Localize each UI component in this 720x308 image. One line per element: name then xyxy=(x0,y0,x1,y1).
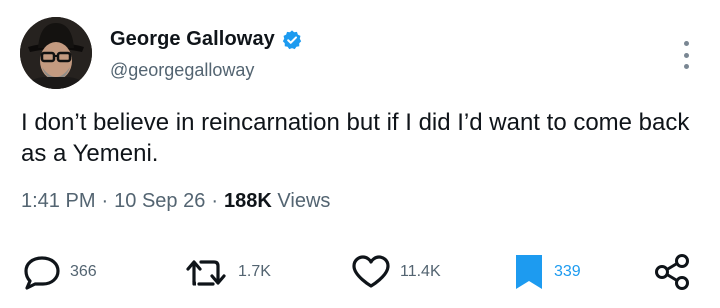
more-icon[interactable] xyxy=(682,41,690,69)
display-name[interactable]: George Galloway xyxy=(110,28,275,51)
meta-separator: · xyxy=(101,190,109,212)
share-button[interactable] xyxy=(652,250,692,294)
tweet-meta: 1:41 PM · 10 Sep 26 · 188K Views xyxy=(21,190,330,213)
action-bar: 366 1.7K 11.4K 339 xyxy=(0,250,720,294)
tweet-date[interactable]: 10 Sep 26 xyxy=(114,190,205,213)
like-icon xyxy=(350,254,392,290)
author-row: George Galloway xyxy=(110,28,303,51)
share-icon xyxy=(652,252,692,292)
handle[interactable]: @georgegalloway xyxy=(110,60,254,81)
like-count: 11.4K xyxy=(400,263,441,280)
views-label: Views xyxy=(277,190,331,212)
tweet-text: I don’t believe in reincarnation but if … xyxy=(21,109,690,167)
tweet-card: George Galloway @georgegalloway I don’t … xyxy=(0,0,720,308)
meta-separator: · xyxy=(211,190,219,212)
reply-icon xyxy=(22,254,62,290)
bookmark-icon xyxy=(512,253,546,291)
bookmark-count: 339 xyxy=(554,263,581,280)
reply-button[interactable]: 366 xyxy=(22,250,97,294)
repost-button[interactable]: 1.7K xyxy=(184,250,271,294)
tweet-time[interactable]: 1:41 PM xyxy=(21,190,95,213)
verified-badge-icon xyxy=(281,29,303,51)
like-button[interactable]: 11.4K xyxy=(350,250,441,294)
reply-count: 366 xyxy=(70,263,97,280)
repost-icon xyxy=(184,254,230,290)
avatar[interactable] xyxy=(20,17,92,89)
bookmark-button[interactable]: 339 xyxy=(512,250,581,294)
views-count: 188K xyxy=(224,190,272,212)
repost-count: 1.7K xyxy=(238,263,271,280)
